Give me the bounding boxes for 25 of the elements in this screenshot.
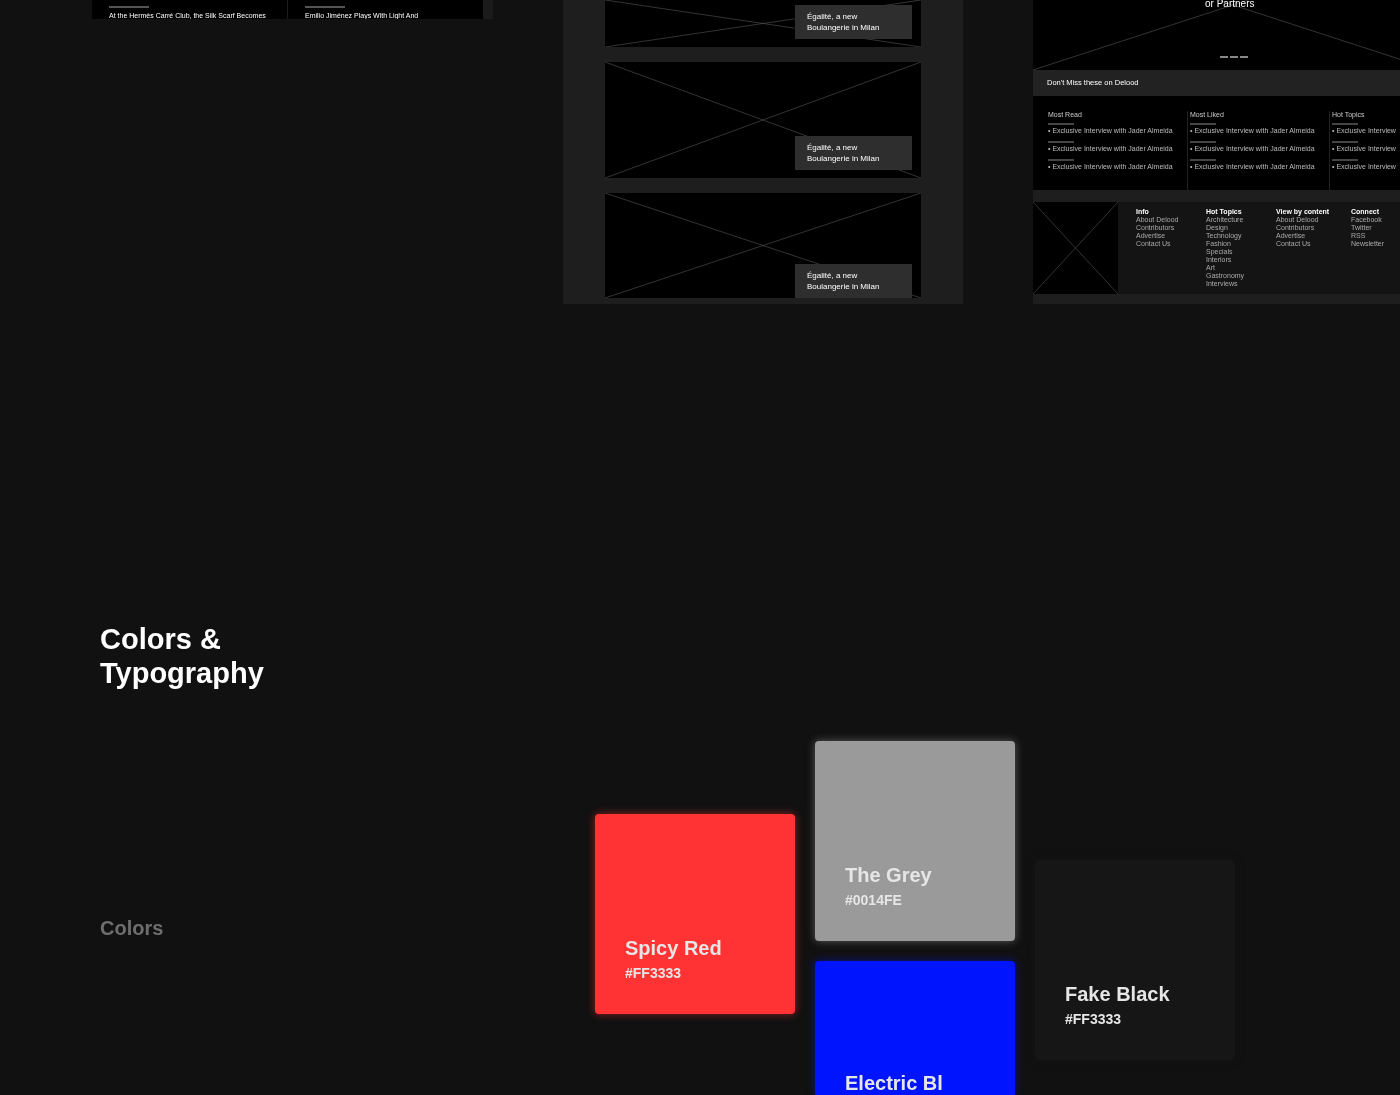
text-line-placeholder [1048,123,1074,125]
article-caption: Égalité, a new Boulangerie in Milan [795,136,912,170]
section-title: Colors & Typography [100,622,265,690]
color-name: The Grey [845,863,933,887]
text-line-placeholder [1332,123,1358,125]
text-line-placeholder [305,6,345,8]
hero-text: or Partners [1205,0,1255,11]
text-line-placeholder [1190,141,1216,143]
color-name: Electric Bl [845,1071,944,1095]
article-caption: Égalité, a new Boulangerie in Milan [795,5,912,39]
text-line-placeholder [1332,159,1358,161]
article-caption: Égalité, a new Boulangerie in Milan [795,264,912,298]
text-line-placeholder [1190,159,1216,161]
text-line-placeholder [1048,159,1074,161]
text-line-placeholder [1048,141,1074,143]
text-line-placeholder [1332,141,1358,143]
text-line-placeholder [1190,123,1216,125]
text-line-placeholder [109,6,149,8]
color-hex: #0014FE [845,891,903,910]
subsection-title: Colors [100,916,164,941]
color-hex: #FF3333 [625,964,683,983]
color-hex: #FF3333 [1065,1010,1123,1029]
color-name: Spicy Red [625,936,723,960]
carousel-indicator[interactable] [1220,56,1248,58]
color-name: Fake Black [1065,982,1171,1006]
